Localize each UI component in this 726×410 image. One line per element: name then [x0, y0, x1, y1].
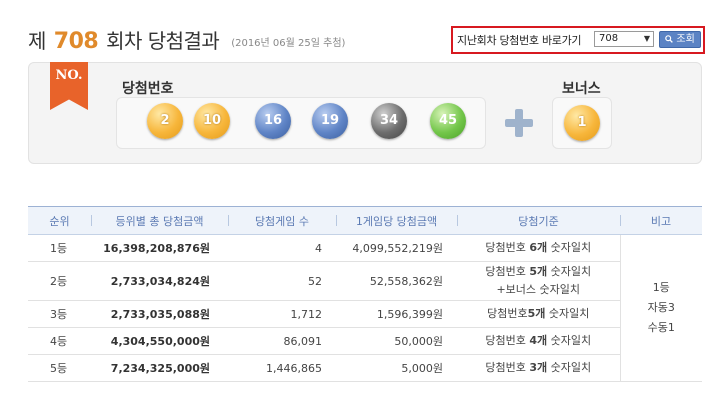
winning-ball-2: 10 [194, 103, 230, 139]
header-criteria: 당첨기준 [457, 206, 620, 235]
table-row: 3등 2,733,035,088원 1,712 1,596,399원 당첨번호5… [28, 300, 702, 328]
criteria-text: 숫자일치 [547, 361, 592, 374]
winner-count-cell: 1,712 [228, 300, 336, 328]
prize-per-game-cell: 1,596,399원 [336, 300, 457, 328]
table-row: 1등 16,398,208,876원 4 4,099,552,219원 당첨번호… [28, 234, 702, 382]
header-total-prize: 등위별 총 당첨금액 [91, 206, 228, 235]
header-rank: 순위 [28, 206, 91, 235]
criteria-text: 당첨번호 [485, 265, 530, 278]
prize-per-game-cell: 5,000원 [336, 354, 457, 382]
rank-cell: 2등 [28, 261, 91, 301]
criteria-match-count: 4개 [529, 334, 548, 347]
criteria-text: 당첨번호 [485, 361, 530, 374]
ribbon-label: NO. [55, 68, 83, 83]
criteria-cell: 당첨번호 5개 숫자일치 +보너스 숫자일치 [457, 261, 620, 301]
note-line: 1등 [652, 281, 670, 294]
search-button-label: 조회 [676, 34, 695, 45]
rank-cell: 3등 [28, 300, 91, 328]
header-winner-count: 당첨게임 수 [228, 206, 336, 235]
rank-cell: 5등 [28, 354, 91, 382]
winner-count-cell: 86,091 [228, 327, 336, 355]
rank-cell: 1등 [28, 234, 91, 262]
total-prize-cell: 4,304,550,000원 [91, 327, 228, 355]
round-select-value: 708 [599, 33, 619, 44]
table-row: 5등 7,234,325,000원 1,446,865 5,000원 당첨번호 … [28, 354, 702, 382]
search-icon [665, 35, 674, 43]
criteria-text: 숫자일치 [545, 307, 590, 320]
title-prefix: 제 [28, 29, 46, 53]
chevron-down-icon: ▼ [643, 34, 650, 43]
criteria-match-count: 6개 [529, 241, 548, 254]
header-prize-per-game: 1게임당 당첨금액 [336, 206, 457, 235]
criteria-text: 숫자일치 [547, 334, 592, 347]
criteria-cell: 당첨번호5개 숫자일치 [457, 300, 620, 328]
winning-ball-5: 34 [371, 103, 407, 139]
criteria-cell: 당첨번호 3개 숫자일치 [457, 354, 620, 382]
header-note: 비고 [620, 206, 702, 235]
winning-ball-6: 45 [430, 103, 466, 139]
search-button[interactable]: 조회 [659, 31, 701, 48]
prize-per-game-cell: 52,558,362원 [336, 261, 457, 301]
winner-count-cell: 52 [228, 261, 336, 301]
criteria-text: 당첨번호 [487, 307, 528, 320]
criteria-text: 숫자일치 [547, 241, 592, 254]
winner-count-cell: 4 [228, 234, 336, 262]
bonus-label: 보너스 [562, 81, 601, 97]
criteria-match-count: 3개 [529, 361, 548, 374]
winning-ball-1: 2 [147, 103, 183, 139]
winning-numbers-label: 당첨번호 [122, 81, 174, 97]
draw-date: (2016년 06월 25일 추첨) [231, 38, 346, 49]
past-round-label: 지난회차 당첨번호 바로가기 [457, 34, 582, 47]
rank-cell: 4등 [28, 327, 91, 355]
winning-ball-3: 16 [255, 103, 291, 139]
criteria-match-count: 5개 [529, 265, 548, 278]
total-prize-cell: 7,234,325,000원 [91, 354, 228, 382]
note-line: 수동1 [647, 321, 675, 334]
plus-icon [505, 109, 533, 137]
criteria-match-count: 5개 [527, 307, 546, 320]
prize-per-game-cell: 4,099,552,219원 [336, 234, 457, 262]
criteria-cell: 당첨번호 6개 숫자일치 [457, 234, 620, 262]
total-prize-cell: 16,398,208,876원 [91, 234, 228, 262]
criteria-bonus-text: +보너스 숫자일치 [496, 283, 581, 296]
table-row: 2등 2,733,034,824원 52 52,558,362원 당첨번호 5개… [28, 261, 702, 301]
prize-table: 순위 등위별 총 당첨금액 당첨게임 수 1게임당 당첨금액 당첨기준 비고 1… [28, 206, 702, 382]
total-prize-cell: 2,733,035,088원 [91, 300, 228, 328]
table-header-row: 순위 등위별 총 당첨금액 당첨게임 수 1게임당 당첨금액 당첨기준 비고 [28, 206, 702, 235]
title-suffix: 회차 당첨결과 [106, 29, 220, 53]
round-select[interactable]: 708 ▼ [594, 31, 654, 47]
bonus-ball: 1 [564, 105, 600, 141]
criteria-cell: 당첨번호 4개 숫자일치 [457, 327, 620, 355]
prize-per-game-cell: 50,000원 [336, 327, 457, 355]
criteria-text: 숫자일치 [547, 265, 592, 278]
round-number: 708 [53, 29, 99, 54]
table-row: 4등 4,304,550,000원 86,091 50,000원 당첨번호 4개… [28, 327, 702, 355]
total-prize-cell: 2,733,034,824원 [91, 261, 228, 301]
criteria-text: 당첨번호 [485, 241, 530, 254]
note-line: 자동3 [647, 301, 675, 314]
winner-count-cell: 1,446,865 [228, 354, 336, 382]
note-cell: 1등 자동3 수동1 [619, 234, 702, 382]
criteria-text: 당첨번호 [485, 334, 530, 347]
page-title: 제 708 회차 당첨결과 (2016년 06월 25일 추첨) [28, 25, 345, 54]
winning-ball-4: 19 [312, 103, 348, 139]
